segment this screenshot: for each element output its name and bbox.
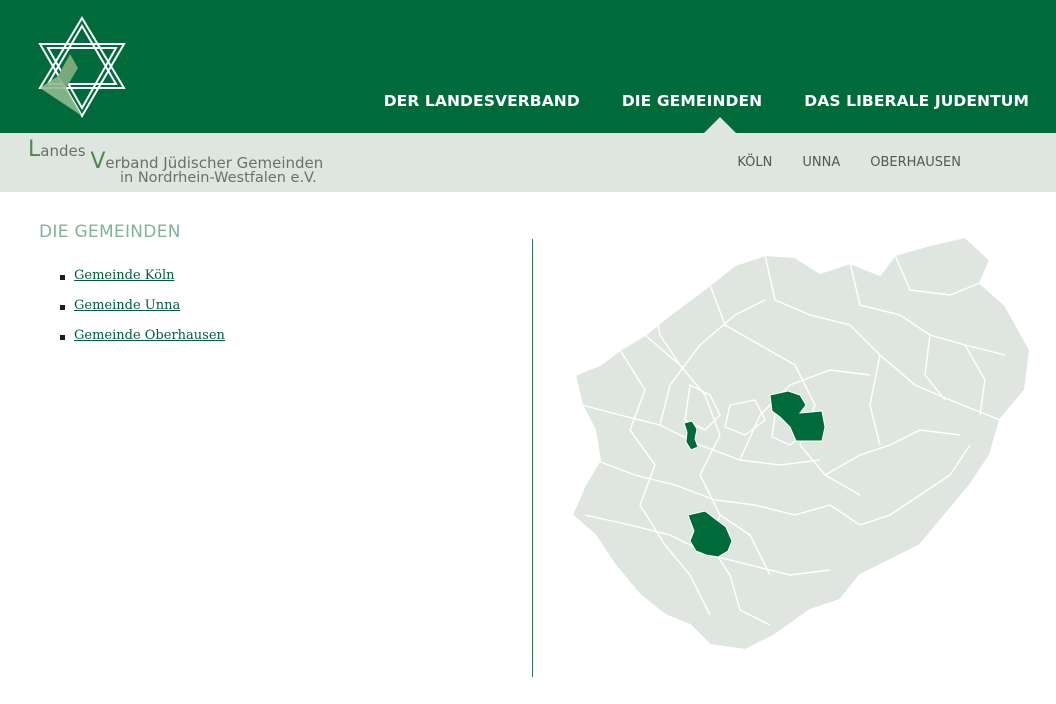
wordmark-line-1: Landes Verband Jüdischer Gemeinden	[28, 137, 324, 174]
link-gemeinde-oberhausen[interactable]: Gemeinde Oberhausen	[74, 328, 225, 343]
wordmark-line-2: in Nordrhein-Westfalen e.V.	[120, 170, 317, 186]
subnav-unna[interactable]: UNNA	[802, 155, 840, 170]
page-title: DIE GEMEINDEN	[39, 222, 181, 242]
main-navigation: DER LANDESVERBAND DIE GEMEINDEN DAS LIBE…	[384, 92, 1029, 110]
list-item: Gemeinde Unna	[60, 298, 225, 328]
nav-die-gemeinden[interactable]: DIE GEMEINDEN	[622, 92, 762, 110]
list-item: Gemeinde Oberhausen	[60, 328, 225, 358]
link-gemeinde-koeln[interactable]: Gemeinde Köln	[74, 268, 175, 283]
content-divider	[532, 239, 533, 677]
active-nav-indicator	[704, 117, 736, 133]
sub-navigation: KÖLN UNNA OBERHAUSEN	[737, 155, 961, 170]
nrw-map	[570, 235, 1032, 652]
subnav-koeln[interactable]: KÖLN	[737, 155, 772, 170]
link-gemeinde-unna[interactable]: Gemeinde Unna	[74, 298, 180, 313]
nav-der-landesverband[interactable]: DER LANDESVERBAND	[384, 92, 580, 110]
organization-wordmark[interactable]: Landes Verband Jüdischer Gemeinden in No…	[28, 137, 328, 189]
nav-das-liberale-judentum[interactable]: DAS LIBERALE JUDENTUM	[804, 92, 1029, 110]
list-item: Gemeinde Köln	[60, 268, 225, 298]
sub-header: Landes Verband Jüdischer Gemeinden in No…	[0, 133, 1056, 192]
gemeinden-list: Gemeinde Köln Gemeinde Unna Gemeinde Obe…	[60, 268, 225, 358]
site-header: DER LANDESVERBAND DIE GEMEINDEN DAS LIBE…	[0, 0, 1056, 133]
star-of-david-logo-icon[interactable]	[36, 14, 128, 120]
subnav-oberhausen[interactable]: OBERHAUSEN	[870, 155, 961, 170]
